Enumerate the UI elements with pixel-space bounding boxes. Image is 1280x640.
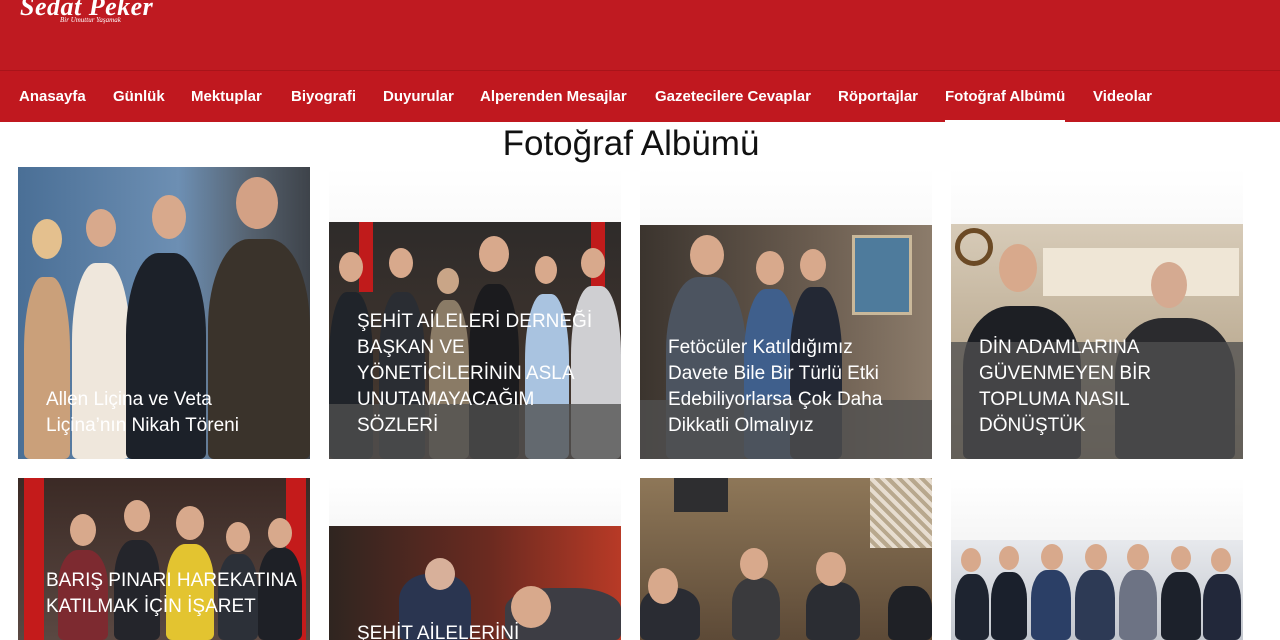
album-card[interactable]	[640, 478, 932, 640]
nav-item-videolar[interactable]: Videolar	[1093, 71, 1152, 123]
main-nav: Anasayfa Günlük Mektuplar Biyografi Duyu…	[0, 70, 1280, 123]
album-photo	[640, 478, 932, 640]
nav-item-fotograf-albumu[interactable]: Fotoğraf Albümü	[945, 71, 1066, 123]
album-card[interactable]: Fetöcüler Katıldığımız Davete Bile Bir T…	[640, 167, 932, 459]
nav-item-alperenden-mesajlar[interactable]: Alperenden Mesajlar	[480, 71, 627, 123]
album-card[interactable]: DİN ADAMLARINA GÜVENMEYEN BİR TOPLUMA NA…	[951, 167, 1243, 459]
nav-item-biyografi[interactable]: Biyografi	[291, 71, 356, 123]
nav-item-duyurular[interactable]: Duyurular	[383, 71, 454, 123]
album-card[interactable]	[951, 478, 1243, 640]
album-card[interactable]: ŞEHİT AİLELERİNİ	[329, 478, 621, 640]
nav-item-anasayfa[interactable]: Anasayfa	[19, 71, 86, 123]
page-title: Fotoğraf Albümü	[502, 124, 760, 163]
album-title: DİN ADAMLARINA GÜVENMEYEN BİR TOPLUMA NA…	[979, 337, 1152, 436]
album-title: Allen Liçina ve Veta Liçina’nın Nikah Tö…	[46, 389, 239, 436]
album-card[interactable]: ŞEHİT AİLELERİ DERNEĞİ BAŞKAN VE YÖNETİC…	[329, 167, 621, 459]
album-card[interactable]: BARIŞ PINARI HAREKATINA KATILMAK İÇİN İŞ…	[18, 478, 310, 640]
site-logo[interactable]: Sedat Peker Bir Umuttur Yaşamak	[20, 0, 153, 24]
nav-item-gunluk[interactable]: Günlük	[113, 71, 165, 123]
nav-item-gazetecilere-cevaplar[interactable]: Gazetecilere Cevaplar	[655, 71, 811, 123]
album-photo	[951, 540, 1243, 640]
album-title: BARIŞ PINARI HAREKATINA KATILMAK İÇİN İŞ…	[46, 570, 296, 617]
album-title: ŞEHİT AİLELERİ DERNEĞİ BAŞKAN VE YÖNETİC…	[357, 311, 593, 436]
album-card[interactable]: Allen Liçina ve Veta Liçina’nın Nikah Tö…	[18, 167, 310, 459]
site-header: Sedat Peker Bir Umuttur Yaşamak	[0, 0, 1280, 70]
nav-item-roportajlar[interactable]: Röportajlar	[838, 71, 918, 123]
logo-tagline: Bir Umuttur Yaşamak	[60, 16, 121, 24]
album-title: ŞEHİT AİLELERİNİ	[357, 623, 520, 640]
album-title: Fetöcüler Katıldığımız Davete Bile Bir T…	[668, 337, 883, 436]
nav-item-mektuplar[interactable]: Mektuplar	[191, 71, 262, 123]
